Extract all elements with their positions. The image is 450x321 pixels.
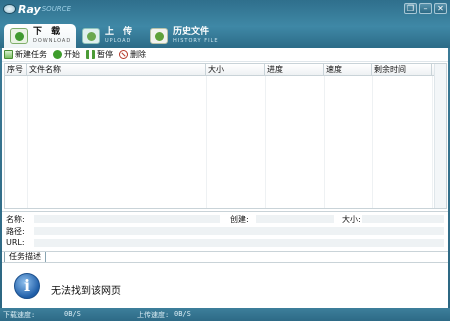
- url-value: [34, 239, 444, 247]
- pause-label: 暂停: [97, 50, 113, 59]
- task-desc-tabbar: 任务描述: [2, 251, 448, 263]
- download-icon: [10, 28, 28, 44]
- minimize-button[interactable]: –: [419, 3, 432, 14]
- pause-icon: [86, 50, 95, 59]
- logo-source-text: SOURCE: [41, 5, 71, 13]
- delete-icon: [119, 50, 128, 59]
- col-header-filename[interactable]: 文件名称: [27, 64, 206, 76]
- app-logo: Ray SOURCE: [3, 2, 71, 16]
- path-value: [34, 227, 444, 235]
- history-icon: [150, 28, 168, 44]
- tab-history-sublabel: HISTORY FILE: [173, 38, 219, 44]
- close-icon: ✕: [437, 3, 444, 13]
- col-header-size[interactable]: 大小: [206, 64, 265, 76]
- tab-history-label: 历史文件: [173, 27, 210, 37]
- upload-speed-label: 上传速度:: [137, 311, 170, 319]
- upload-speed-value: 0B/S: [174, 310, 191, 318]
- col-divider: [206, 76, 207, 208]
- delete-label: 删除: [130, 50, 146, 59]
- table-header: 序号 文件名称 大小 进度 速度 剩余时间: [5, 64, 446, 76]
- new-task-icon: [4, 50, 13, 59]
- created-value: [256, 215, 334, 223]
- new-task-label: 新建任务: [15, 50, 47, 59]
- app-window: Ray SOURCE ❐ – ✕ 下 载 DOWNLOAD 上 传 UPLOAD: [0, 0, 450, 321]
- col-header-index[interactable]: 序号: [5, 64, 27, 76]
- table-body[interactable]: [5, 76, 446, 208]
- logo-ray-text: Ray: [18, 2, 41, 16]
- col-divider: [265, 76, 266, 208]
- size-value: [362, 215, 444, 223]
- col-divider: [324, 76, 325, 208]
- download-speed-value: 0B/S: [64, 310, 81, 318]
- col-header-remaining[interactable]: 剩余时间: [372, 64, 432, 76]
- col-header-progress[interactable]: 进度: [265, 64, 324, 76]
- close-button[interactable]: ✕: [434, 3, 447, 14]
- status-bar: 下载速度: 0B/S 上传速度: 0B/S: [0, 308, 450, 321]
- download-speed-label: 下载速度:: [3, 311, 36, 319]
- path-label: 路径:: [6, 227, 25, 236]
- col-header-speed[interactable]: 速度: [324, 64, 372, 76]
- pause-button[interactable]: 暂停: [86, 49, 113, 61]
- delete-button[interactable]: 删除: [119, 49, 146, 61]
- start-label: 开始: [64, 50, 80, 59]
- tab-download-sublabel: DOWNLOAD: [33, 38, 72, 44]
- vertical-scrollbar[interactable]: [434, 64, 446, 208]
- header-bar: Ray SOURCE ❐ – ✕ 下 载 DOWNLOAD 上 传 UPLOAD: [0, 0, 450, 48]
- start-icon: [53, 50, 62, 59]
- task-table: 序号 文件名称 大小 进度 速度 剩余时间: [4, 63, 447, 209]
- task-details: 名称: 创建: 大小: 路径: URL:: [2, 211, 448, 251]
- window-controls: ❐ – ✕: [404, 3, 447, 14]
- logo-icon: [3, 4, 16, 14]
- tab-upload[interactable]: 上 传 UPLOAD: [80, 24, 146, 48]
- created-label: 创建:: [230, 215, 249, 224]
- task-description-panel: i 无法找到该网页: [2, 262, 448, 308]
- tab-upload-sublabel: UPLOAD: [105, 38, 132, 44]
- col-divider: [372, 76, 373, 208]
- upload-icon: [82, 28, 100, 44]
- col-divider: [432, 76, 433, 208]
- error-message: 无法找到该网页: [51, 286, 121, 297]
- tab-download-label: 下 载: [33, 27, 64, 37]
- toolbar: 新建任务 开始 暂停 删除: [2, 48, 448, 62]
- name-value: [34, 215, 220, 223]
- tab-download[interactable]: 下 载 DOWNLOAD: [4, 24, 76, 48]
- start-button[interactable]: 开始: [53, 49, 80, 61]
- url-label: URL:: [6, 238, 25, 247]
- size-label: 大小:: [342, 215, 361, 224]
- restore-button[interactable]: ❐: [404, 3, 417, 14]
- new-task-button[interactable]: 新建任务: [4, 49, 47, 61]
- minimize-icon: –: [423, 3, 428, 13]
- restore-icon: ❐: [406, 3, 415, 13]
- info-icon: i: [14, 273, 40, 299]
- main-panel: 新建任务 开始 暂停 删除 序号 文件名称 大小 进度 速度 剩余时间 名称: …: [2, 48, 448, 308]
- tab-upload-label: 上 传: [105, 27, 136, 37]
- name-label: 名称:: [6, 215, 25, 224]
- tab-history[interactable]: 历史文件 HISTORY FILE: [148, 24, 228, 48]
- col-divider: [27, 76, 28, 208]
